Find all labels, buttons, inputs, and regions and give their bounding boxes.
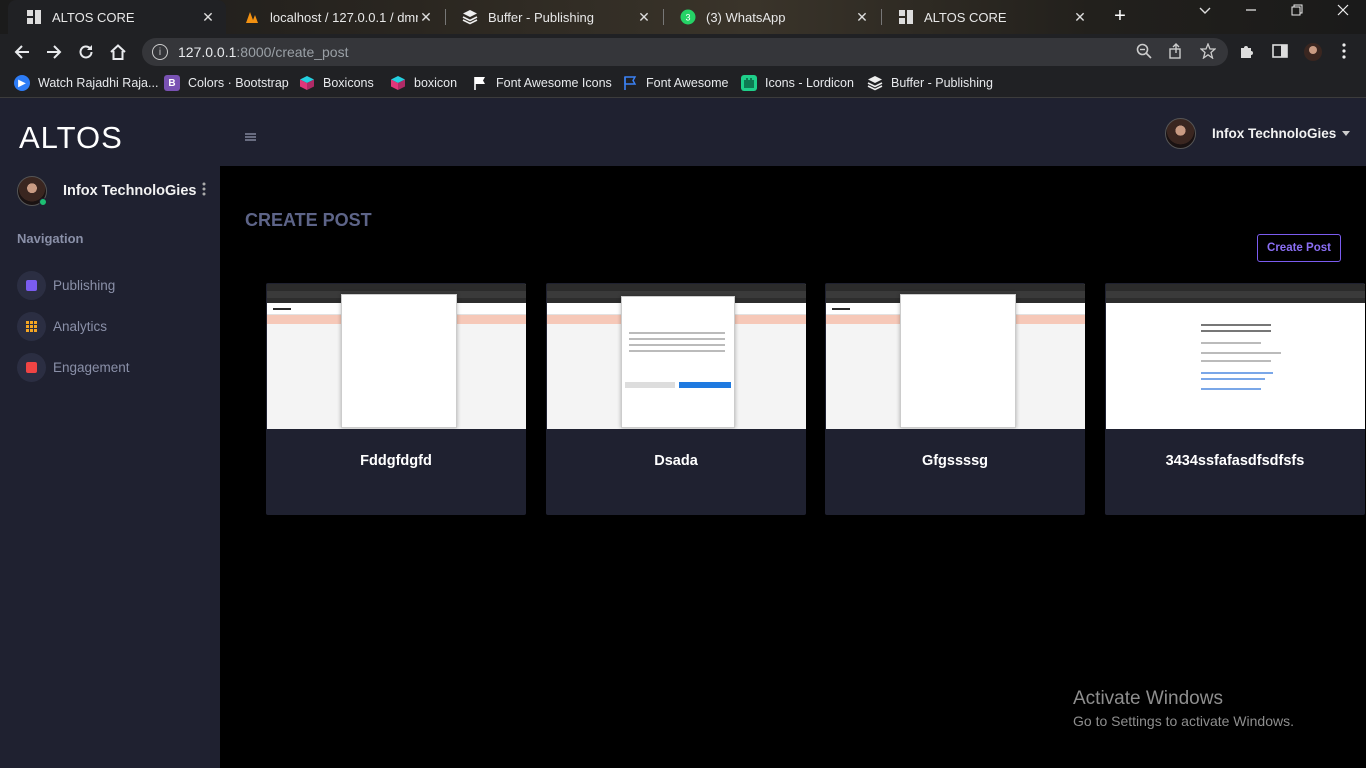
publishing-icon (17, 270, 46, 300)
avatar[interactable] (1165, 118, 1196, 149)
flag-icon (472, 75, 488, 91)
bookmark-boxicons[interactable]: Boxicons (299, 75, 374, 91)
post-title: Fddgfdgfd (360, 453, 432, 469)
flag-outline-icon (622, 75, 638, 91)
browser-toolbar: i 127.0.0.1:8000/create_post (0, 34, 1366, 70)
phpmyadmin-icon (244, 9, 260, 25)
bookmark-watch-rajadhi[interactable]: ▶ Watch Rajadhi Raja... (14, 75, 158, 91)
post-thumbnail (547, 284, 806, 429)
sidebar-user[interactable]: Infox TechnoloGies (17, 176, 207, 206)
post-title: Gfgssssg (921, 453, 989, 469)
engagement-icon (17, 352, 46, 382)
bookmark-boxicon[interactable]: boxicon (390, 75, 457, 91)
post-thumbnail (267, 284, 526, 429)
lordicon-icon (741, 75, 757, 91)
altos-icon (898, 9, 914, 25)
zoom-icon[interactable] (1135, 43, 1153, 61)
main-content: CREATE POST Create Post Fddgfdgfd Dsada (220, 166, 1366, 768)
windows-activation-watermark: Activate Windows Go to Settings to activ… (1073, 688, 1294, 729)
nav-heading: Navigation (17, 231, 84, 246)
home-button[interactable] (106, 40, 130, 64)
menu-toggle-icon[interactable] (245, 128, 256, 144)
page-title: CREATE POST (245, 210, 372, 230)
close-icon[interactable]: ✕ (854, 9, 870, 26)
browser-tab-phpmyadmin[interactable]: localhost / 127.0.0.1 / dmr / c ✕ (226, 0, 444, 34)
sidebar-item-publishing[interactable]: Publishing (17, 270, 207, 300)
bookmark-font-awesome[interactable]: Font Awesome (622, 75, 728, 91)
bookmark-buffer-publishing[interactable]: Buffer - Publishing (867, 75, 993, 91)
bookmark-star-icon[interactable] (1199, 42, 1217, 61)
boxicons-icon (299, 75, 315, 91)
buffer-icon (867, 75, 883, 91)
new-tab-button[interactable]: + (1108, 5, 1132, 28)
caret-down-icon (1342, 131, 1351, 136)
share-icon[interactable] (1167, 43, 1185, 61)
post-card[interactable]: 3434ssfafasdfsdfsfs (1105, 283, 1365, 515)
bookmark-bootstrap-colors[interactable]: B Colors · Bootstrap (164, 75, 289, 91)
close-icon[interactable]: ✕ (636, 9, 652, 26)
post-card[interactable]: Gfgssssg (825, 283, 1085, 515)
post-title: Dsada (654, 453, 698, 469)
browser-tab-altos-core-2[interactable]: ALTOS CORE ✕ (880, 0, 1098, 34)
whatsapp-icon: 3 (680, 9, 696, 25)
analytics-icon (17, 311, 46, 341)
address-bar[interactable]: i 127.0.0.1:8000/create_post (142, 38, 1228, 66)
play-icon: ▶ (14, 75, 30, 91)
close-icon[interactable]: ✕ (200, 9, 216, 26)
post-card[interactable]: Fddgfdgfd (266, 283, 526, 515)
post-card[interactable]: Dsada (546, 283, 806, 515)
post-thumbnail (826, 284, 1085, 429)
bootstrap-icon: B (164, 75, 180, 91)
profile-avatar[interactable] (1303, 42, 1323, 62)
side-panel-icon[interactable] (1270, 42, 1290, 62)
extensions-puzzle-icon[interactable] (1237, 42, 1257, 62)
online-status-dot (39, 198, 47, 206)
close-window-button[interactable] (1331, 4, 1355, 19)
sidebar-item-analytics[interactable]: Analytics (17, 311, 207, 341)
sidebar: ALTOS Infox TechnoloGies Navigation Publ… (0, 98, 220, 768)
top-bar: Infox TechnoloGies (220, 98, 1366, 166)
bookmarks-bar: ▶ Watch Rajadhi Raja... B Colors · Boots… (0, 70, 1366, 98)
avatar (17, 176, 47, 206)
back-button[interactable] (10, 40, 34, 64)
more-vertical-icon[interactable] (201, 181, 207, 201)
post-thumbnail (1106, 284, 1365, 429)
site-info-icon[interactable]: i (152, 44, 168, 60)
user-menu[interactable]: Infox TechnoloGies (1212, 126, 1351, 141)
tab-search-chevron-icon[interactable] (1193, 4, 1217, 19)
bookmark-font-awesome-icons[interactable]: Font Awesome Icons (472, 75, 612, 91)
sidebar-user-name: Infox TechnoloGies (63, 183, 197, 199)
browser-tab-whatsapp[interactable]: 3 (3) WhatsApp ✕ (662, 0, 880, 34)
browser-tab-strip: ALTOS CORE ✕ localhost / 127.0.0.1 / dmr… (0, 0, 1366, 34)
boxicons-icon (390, 75, 406, 91)
buffer-icon (462, 9, 478, 25)
altos-icon (26, 9, 42, 25)
browser-tab-buffer[interactable]: Buffer - Publishing ✕ (444, 0, 662, 34)
bookmark-lordicon[interactable]: Icons - Lordicon (741, 75, 854, 91)
close-icon[interactable]: ✕ (1072, 9, 1088, 26)
svg-text:3: 3 (685, 13, 690, 23)
restore-button[interactable] (1285, 4, 1309, 19)
browser-tab-altos-core[interactable]: ALTOS CORE ✕ (8, 0, 226, 34)
close-icon[interactable]: ✕ (418, 9, 434, 26)
reload-button[interactable] (74, 40, 98, 64)
create-post-button[interactable]: Create Post (1257, 234, 1341, 262)
browser-menu-icon[interactable] (1334, 42, 1354, 62)
post-title: 3434ssfafasdfsdfsfs (1165, 453, 1305, 469)
sidebar-item-engagement[interactable]: Engagement (17, 352, 207, 382)
url-text: 127.0.0.1:8000/create_post (178, 44, 349, 60)
brand-logo[interactable]: ALTOS (19, 120, 123, 156)
forward-button[interactable] (42, 40, 66, 64)
minimize-button[interactable] (1239, 4, 1263, 19)
